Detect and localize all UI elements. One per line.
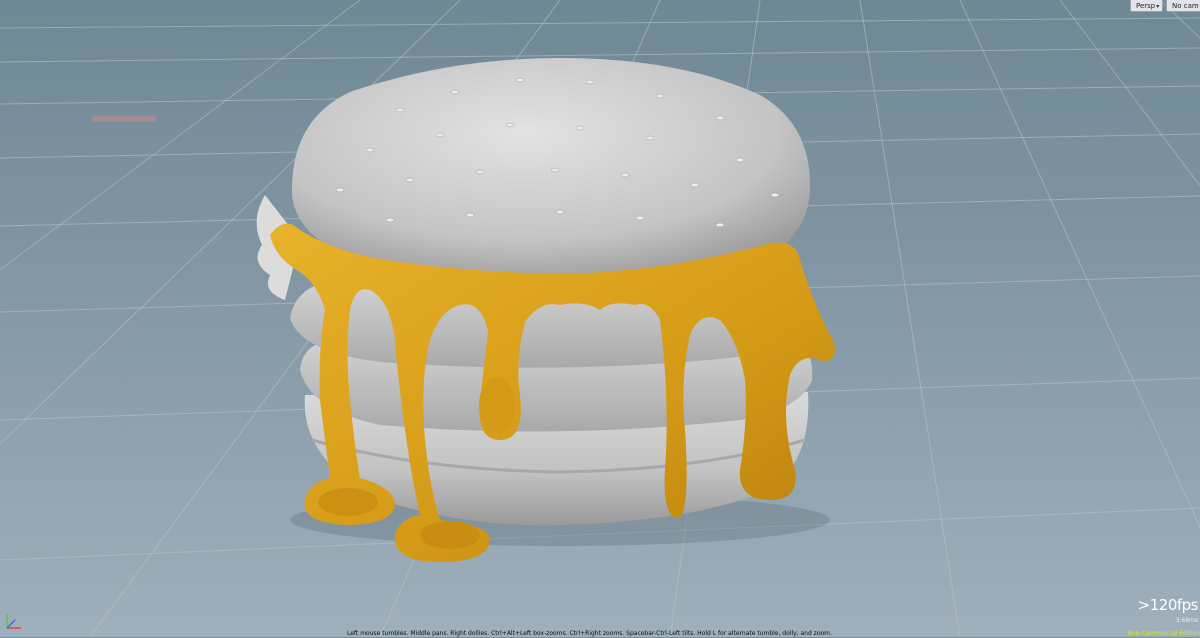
view-menu-label: Persp [1136,2,1155,10]
chevron-down-icon: ▾ [1156,3,1159,10]
camera-menu-label: No cam [1172,2,1199,10]
scene-viewport[interactable] [0,0,1200,637]
axis-gizmo-icon [1,608,27,634]
burger-model [257,58,835,562]
camera-menu-button[interactable]: No cam▾ [1166,0,1200,12]
frame-time-readout: 3.68ms [1176,617,1198,625]
fps-readout: >120fps [1138,596,1198,614]
view-menu-button[interactable]: Persp▾ [1130,0,1163,12]
